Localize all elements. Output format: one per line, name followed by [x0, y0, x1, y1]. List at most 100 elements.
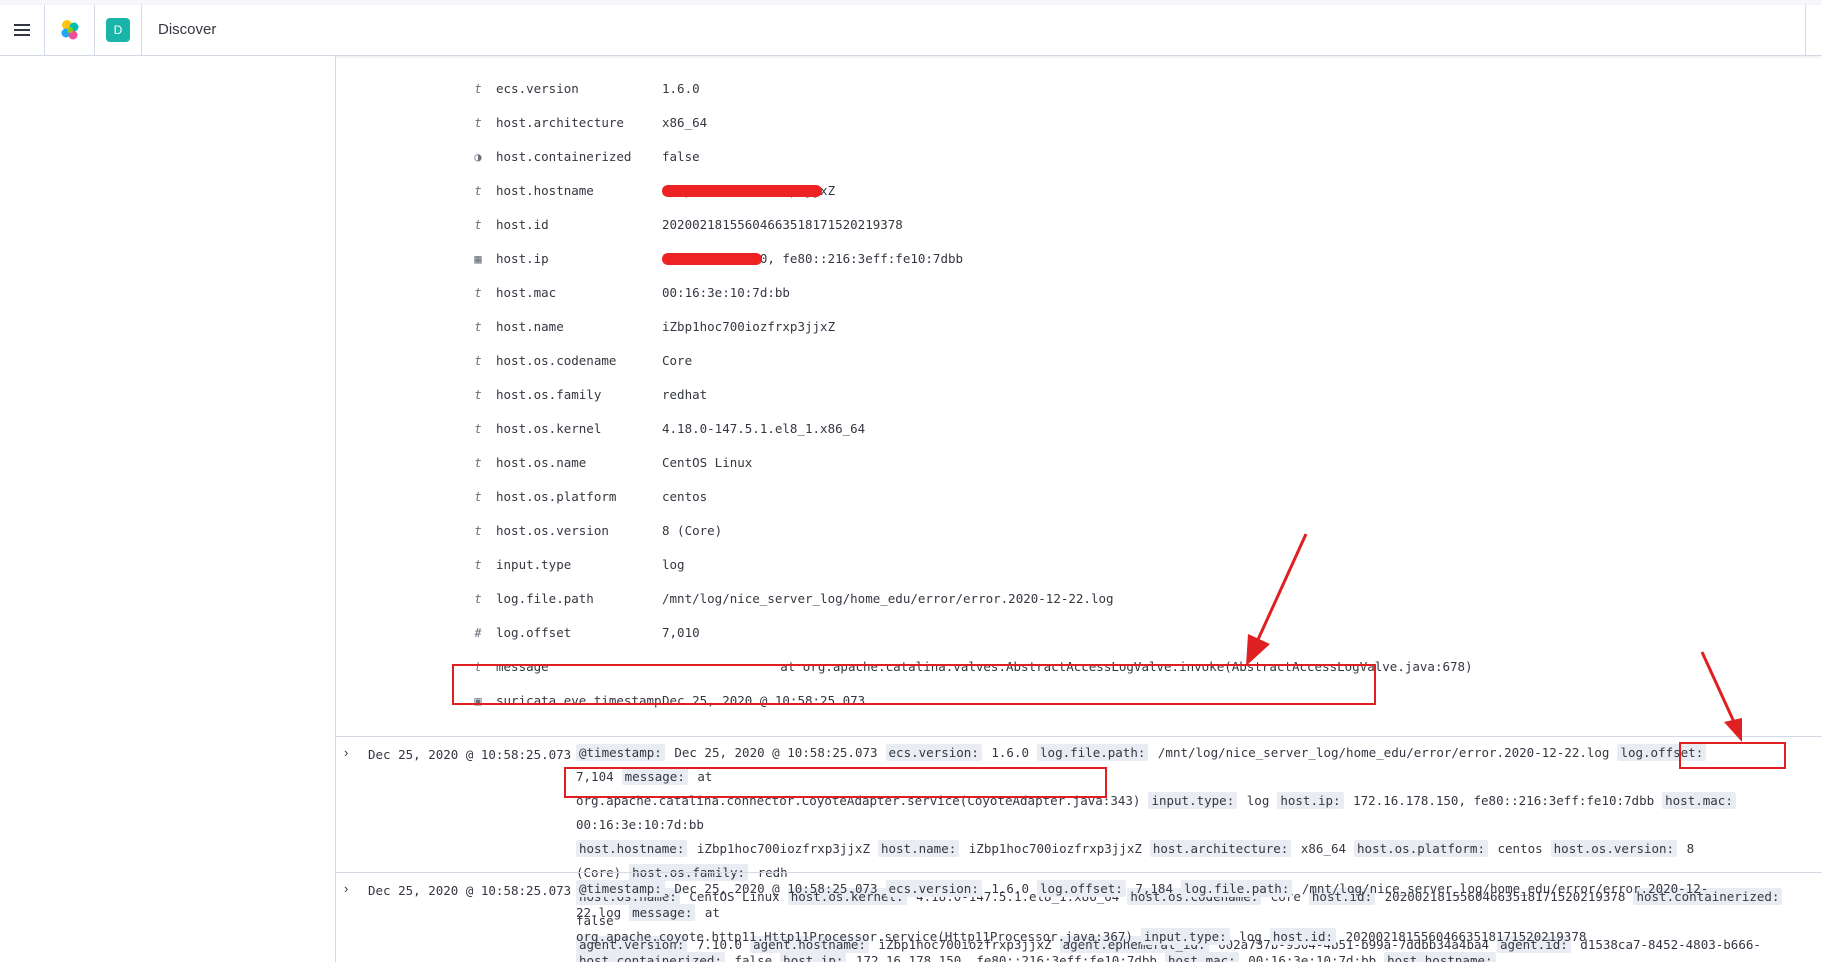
field-name: input.type: [496, 557, 572, 572]
field-value: 4.18.0-147.5.1.el8_1.x86_64: [662, 421, 866, 436]
field-value: 8 (Core): [662, 523, 723, 538]
space-selector[interactable]: D: [95, 5, 142, 55]
field-type-icon: t: [474, 558, 482, 572]
field-name: host.mac: [496, 285, 557, 300]
source-key: ecs.version:: [885, 744, 982, 761]
field-value: log: [662, 557, 685, 572]
field-name: host.ip: [496, 251, 549, 266]
source-value: org.apache.coyote.http11.Http11Processor…: [576, 929, 1133, 944]
annotation-highlight-doc-class: [564, 767, 1107, 798]
field-name: host.name: [496, 319, 564, 334]
field-type-icon: t: [474, 456, 482, 470]
source-key: log.file.path:: [1037, 744, 1149, 761]
header-right-control[interactable]: (: [1805, 5, 1822, 55]
source-value: log: [1239, 929, 1262, 944]
source-key: host.hostname:: [1384, 952, 1496, 962]
field-value: 20200218155604663518171520219378: [662, 217, 903, 232]
source-key: host.ip:: [780, 952, 847, 962]
source-value: 00:16:3e:10:7d:bb: [1248, 953, 1377, 962]
source-key: log.offset:: [1037, 880, 1126, 897]
source-key: @timestamp:: [576, 744, 665, 761]
field-name: host.os.kernel: [496, 421, 602, 436]
field-type-icon: t: [474, 422, 482, 436]
source-value: /mnt/log/nice_server_log/home_edu/error/…: [1157, 745, 1610, 760]
field-type-icon: t: [474, 388, 482, 402]
field-row: t host.os.name CentOS Linux: [336, 448, 1822, 478]
field-name: host.architecture: [496, 115, 624, 130]
source-value: 1.6.0: [991, 881, 1030, 896]
expand-row-chevron-icon[interactable]: ›: [344, 881, 348, 896]
sidebar: [0, 56, 336, 962]
source-line: org.apache.coyote.http11.Http11Processor…: [576, 925, 1816, 949]
source-value: iZbp1hoc700iozfrxp3jjxZ: [968, 841, 1142, 856]
field-name: host.os.name: [496, 455, 587, 470]
row-source-summary: @timestamp: Dec 25, 2020 @ 10:58:25.073 e…: [576, 877, 1816, 962]
field-row: t host.mac 00:16:3e:10:7d:bb: [336, 278, 1822, 308]
field-name: log.file.path: [496, 591, 594, 606]
source-value: Dec 25, 2020 @ 10:58:25.073: [674, 881, 878, 896]
source-value: 172.16.178.150, fe80::216:3eff:fe10:7dbb: [1353, 793, 1655, 808]
source-value: centos: [1497, 841, 1543, 856]
redaction-mark: [662, 185, 822, 197]
source-value: Dec 25, 2020 @ 10:58:25.073: [674, 745, 878, 760]
field-value: iZbp1hoc700iozfrxp3jjxZ: [662, 319, 836, 334]
hamburger-menu-button[interactable]: [0, 5, 45, 55]
field-type-icon: t: [474, 218, 482, 232]
field-row: t host.os.family redhat: [336, 380, 1822, 410]
field-type-icon: t: [474, 320, 482, 334]
field-row: t host.os.platform centos: [336, 482, 1822, 512]
breadcrumb-discover[interactable]: Discover: [158, 5, 216, 55]
field-value: redhat: [662, 387, 708, 402]
document-table: t ecs.version 1.6.0 t host.architecture x86_6…: [336, 56, 1822, 962]
redaction-mark: [662, 253, 762, 265]
source-key: host.mac:: [1164, 952, 1239, 962]
field-row: ▦ host.ip 172.16.178.150, fe80::216:3eff:f…: [336, 244, 1822, 274]
table-row[interactable]: › Dec 25, 2020 @ 10:58:25.073 @timestamp: …: [336, 872, 1822, 962]
source-value: 00:16:3e:10:7d:bb: [576, 817, 704, 832]
field-value: x86_64: [662, 115, 708, 130]
field-name: log.offset: [496, 625, 572, 640]
source-key: host.ip:: [1277, 792, 1344, 809]
field-name: host.os.family: [496, 387, 602, 402]
field-name: host.id: [496, 217, 549, 232]
field-row: t input.type log: [336, 550, 1822, 580]
field-value: false: [662, 149, 700, 164]
field-value: centos: [662, 489, 708, 504]
hamburger-menu-icon: [14, 24, 30, 36]
field-name: host.hostname: [496, 183, 594, 198]
source-key: host.name:: [877, 840, 960, 857]
field-row: t host.os.codename Core: [336, 346, 1822, 376]
source-value: iZbp1hoc700iozfrxp3jjxZ: [696, 841, 870, 856]
annotation-arrow-1: [1246, 533, 1308, 666]
field-row: # log.offset 7,010: [336, 618, 1822, 648]
field-row: t host.id 20200218155604663518171520219378: [336, 210, 1822, 240]
elastic-home-link[interactable]: [45, 5, 95, 55]
source-key: message:: [629, 904, 696, 921]
field-type-icon: t: [474, 184, 482, 198]
expand-row-chevron-icon[interactable]: ›: [344, 745, 348, 760]
field-name: host.os.codename: [496, 353, 617, 368]
field-type-icon: t: [474, 592, 482, 606]
source-key: host.mac:: [1662, 792, 1736, 809]
source-value: 7,184: [1135, 881, 1173, 896]
table-row[interactable]: › Dec 25, 2020 @ 10:58:25.073 @timestamp: …: [336, 736, 1822, 962]
source-key: host.os.version:: [1550, 840, 1678, 857]
field-type-icon: t: [474, 490, 482, 504]
field-name: host.containerized: [496, 149, 632, 164]
row-timestamp: Dec 25, 2020 @ 10:58:25.073: [368, 883, 572, 898]
source-key: input.type:: [1148, 792, 1238, 809]
field-type-icon: ▦: [474, 252, 482, 266]
field-type-icon: #: [474, 626, 482, 640]
source-value: x86_64: [1300, 841, 1347, 856]
top-header: D Discover (: [0, 5, 1822, 56]
field-name: host.os.version: [496, 523, 609, 538]
source-key: host.id:: [1269, 928, 1337, 945]
source-key: host.architecture:: [1149, 840, 1292, 857]
annotation-highlight-doc-message: [1679, 742, 1786, 769]
source-value: false: [734, 953, 773, 962]
field-value: 7,010: [662, 625, 700, 640]
annotation-arrow-2: [1700, 651, 1742, 742]
source-value: at: [704, 905, 720, 920]
field-type-icon: t: [474, 524, 482, 538]
source-line: @timestamp: Dec 25, 2020 @ 10:58:25.073 e…: [576, 877, 1816, 925]
